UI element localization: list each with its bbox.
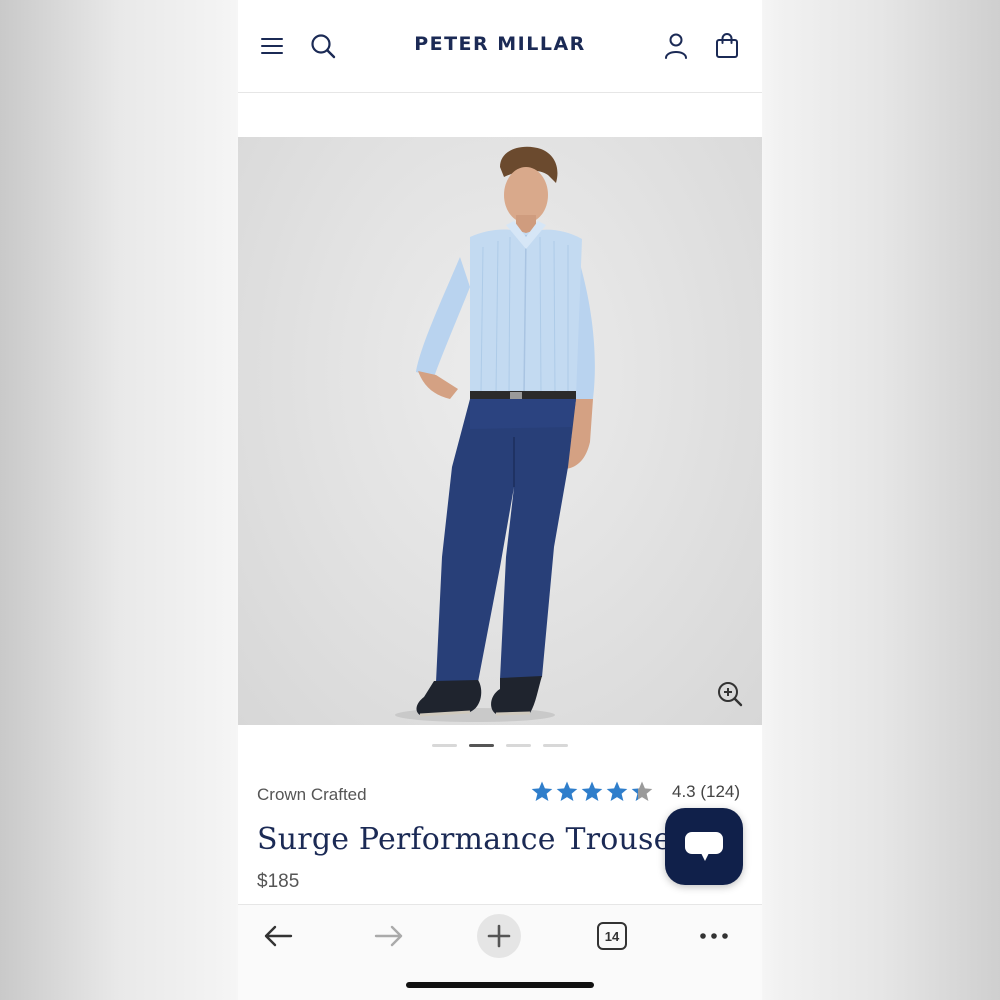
star-icon <box>581 781 603 801</box>
star-icon <box>606 781 628 801</box>
shopping-bag-icon[interactable] <box>711 30 743 62</box>
back-arrow-icon[interactable] <box>258 915 298 957</box>
rating-text: 4.3 (124) <box>672 782 741 801</box>
product-price: $185 <box>257 871 300 892</box>
product-collection[interactable]: Crown Crafted <box>257 785 367 805</box>
carousel-dot[interactable] <box>543 744 568 747</box>
site-header: PETER MILLAR <box>238 0 762 93</box>
tabs-icon: 14 <box>597 922 627 950</box>
star-icon <box>631 781 653 801</box>
carousel-dot[interactable] <box>506 744 531 747</box>
model-illustration <box>395 146 595 722</box>
carousel-dot[interactable] <box>432 744 457 747</box>
star-icon <box>556 781 578 801</box>
product-title: Surge Performance Trouser <box>257 822 687 857</box>
phone-screen: PETER MILLAR Crown Crafted 4.3 (124) Sur… <box>238 0 762 1000</box>
forward-arrow-icon[interactable] <box>369 915 409 957</box>
product-rating[interactable]: 4.3 (124) <box>530 780 740 804</box>
account-icon[interactable] <box>660 30 692 62</box>
more-icon[interactable] <box>696 915 732 957</box>
carousel-dot[interactable] <box>469 744 494 747</box>
rating-stars <box>530 780 654 804</box>
promo-banner-area <box>238 94 762 137</box>
product-image[interactable] <box>238 137 762 725</box>
star-icon <box>531 781 553 801</box>
home-indicator <box>406 982 594 988</box>
tabs-button[interactable]: 14 <box>595 915 629 957</box>
new-tab-button[interactable] <box>477 914 521 958</box>
zoom-in-icon[interactable] <box>716 680 744 708</box>
chat-button[interactable] <box>665 808 743 885</box>
image-carousel-dots <box>238 744 762 747</box>
new-tab-plus-icon <box>477 914 521 958</box>
chat-bubble-icon <box>685 831 723 861</box>
